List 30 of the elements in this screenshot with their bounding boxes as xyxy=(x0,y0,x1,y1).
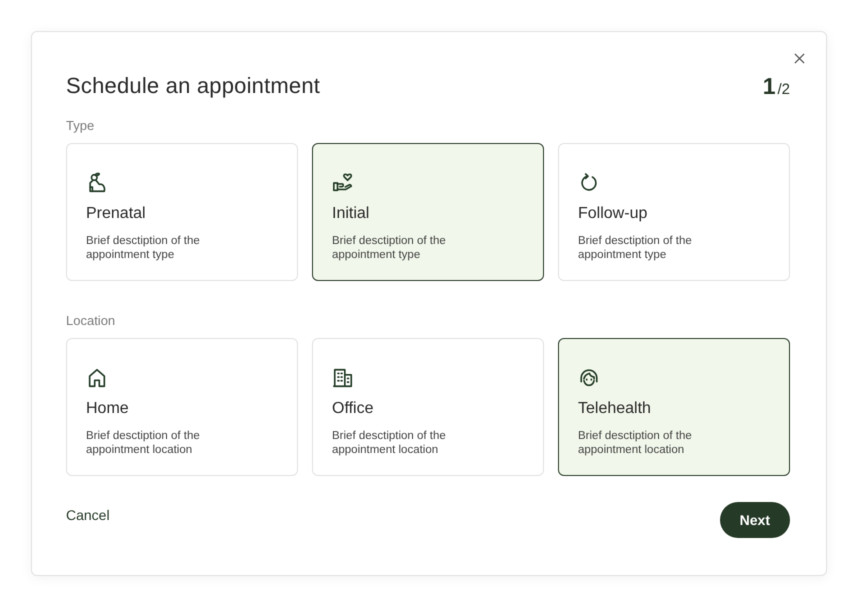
option-description: Brief desctiption of the appointment type xyxy=(578,234,693,262)
option-card[interactable]: Telehealth Brief desctiption of the appointment location xyxy=(558,338,790,476)
option-description: Brief desctiption of the appointment type xyxy=(86,234,201,262)
option-card[interactable]: Home Brief desctiption of the appointment location xyxy=(66,338,298,476)
option-title: Office xyxy=(332,399,374,419)
headset-person-icon xyxy=(578,367,600,389)
close-button[interactable] xyxy=(792,51,806,65)
option-title: Initial xyxy=(332,204,370,224)
option-title: Prenatal xyxy=(86,204,146,224)
step-counter: 1/2 xyxy=(762,72,790,100)
option-card[interactable]: Initial Brief desctiption of the appointment type xyxy=(312,143,544,281)
hand-heart-icon xyxy=(332,172,354,194)
cancel-button[interactable]: Cancel xyxy=(66,502,110,528)
option-card[interactable]: Follow-up Brief desctiption of the appointment type xyxy=(558,143,790,281)
option-description: Brief desctiption of the appointment location xyxy=(578,429,693,457)
section-label: Type xyxy=(66,118,96,134)
house-icon xyxy=(86,367,108,389)
close-icon xyxy=(794,52,804,64)
option-description: Brief desctiption of the appointment location xyxy=(332,429,447,457)
option-description: Brief desctiption of the appointment location xyxy=(86,429,201,457)
dialog-title: Schedule an appointment xyxy=(66,73,320,99)
building-icon xyxy=(332,367,354,389)
section-label: Location xyxy=(66,313,116,329)
option-card[interactable]: Prenatal Brief desctiption of the appointment type xyxy=(66,143,298,281)
option-description: Brief desctiption of the appointment type xyxy=(332,234,447,262)
option-card[interactable]: Office Brief desctiption of the appointment location xyxy=(312,338,544,476)
next-button[interactable]: Next xyxy=(720,502,790,538)
option-title: Home xyxy=(86,399,129,419)
option-title: Telehealth xyxy=(578,399,651,419)
option-title: Follow-up xyxy=(578,204,648,224)
